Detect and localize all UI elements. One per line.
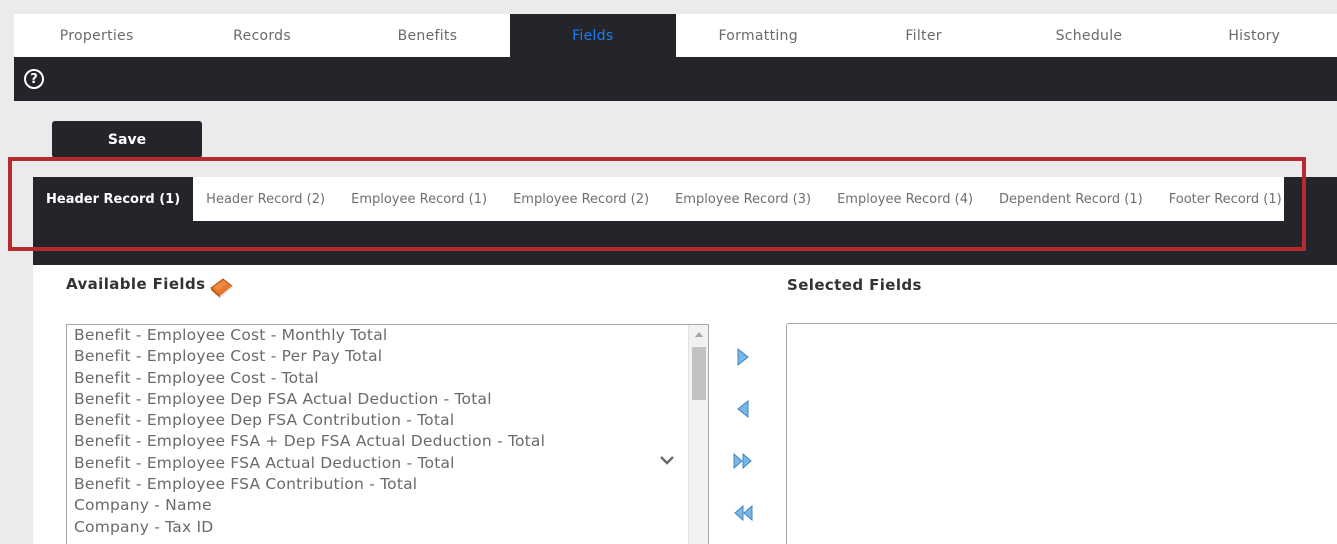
available-fields-list[interactable]: Benefit - Employee Cost - Monthly Total … bbox=[66, 324, 709, 544]
tab-header-record-2[interactable]: Header Record (2) bbox=[193, 177, 338, 221]
double-arrow-right-icon bbox=[733, 452, 752, 470]
selected-fields-title: Selected Fields bbox=[787, 276, 922, 294]
tab-employee-record-4[interactable]: Employee Record (4) bbox=[824, 177, 986, 221]
double-arrow-left-icon bbox=[734, 504, 753, 522]
available-fields-title: Available Fields bbox=[66, 275, 206, 293]
add-field-button[interactable] bbox=[731, 345, 755, 369]
list-item[interactable]: Benefit - Employee Dep FSA Actual Deduct… bbox=[67, 389, 708, 410]
list-item[interactable]: Benefit - Employee FSA Actual Deduction … bbox=[67, 453, 708, 474]
tab-records[interactable]: Records bbox=[179, 14, 344, 57]
tab-formatting[interactable]: Formatting bbox=[676, 14, 841, 57]
list-item[interactable]: Benefit - Employee Cost - Monthly Total bbox=[67, 325, 708, 346]
tab-employee-record-2[interactable]: Employee Record (2) bbox=[500, 177, 662, 221]
tab-filter[interactable]: Filter bbox=[841, 14, 1006, 57]
scroll-up-icon[interactable] bbox=[695, 332, 703, 337]
list-item[interactable]: Benefit - Employee Cost - Per Pay Total bbox=[67, 346, 708, 367]
selected-fields-list[interactable] bbox=[786, 323, 1337, 544]
chevron-down-icon[interactable] bbox=[660, 453, 674, 467]
tab-header-record-1[interactable]: Header Record (1) bbox=[33, 177, 194, 221]
tab-dependent-record-1[interactable]: Dependent Record (1) bbox=[986, 177, 1156, 221]
remove-all-fields-button[interactable] bbox=[731, 501, 755, 525]
tab-properties[interactable]: Properties bbox=[14, 14, 179, 57]
list-item[interactable]: Benefit - Employee FSA + Dep FSA Actual … bbox=[67, 431, 708, 452]
arrow-left-icon bbox=[737, 400, 749, 418]
arrow-right-icon bbox=[737, 348, 749, 366]
add-all-fields-button[interactable] bbox=[731, 449, 755, 473]
tab-benefits[interactable]: Benefits bbox=[345, 14, 510, 57]
question-circle-icon[interactable]: ? bbox=[24, 69, 44, 89]
help-bar: ? bbox=[14, 57, 1337, 101]
list-item[interactable]: Benefit - Employee Cost - Total bbox=[67, 368, 708, 389]
list-item[interactable]: Company - Name bbox=[67, 495, 708, 516]
list-item[interactable]: Company - Tax ID bbox=[67, 517, 708, 538]
tab-employee-record-3[interactable]: Employee Record (3) bbox=[662, 177, 824, 221]
scroll-thumb[interactable] bbox=[692, 347, 706, 400]
list-item[interactable]: Benefit - Employee Dep FSA Contribution … bbox=[67, 410, 708, 431]
book-icon[interactable] bbox=[208, 275, 234, 299]
tab-footer-record-1[interactable]: Footer Record (1) bbox=[1156, 177, 1295, 221]
tab-employee-record-1[interactable]: Employee Record (1) bbox=[338, 177, 500, 221]
tab-fields[interactable]: Fields bbox=[510, 14, 676, 57]
top-tab-bar: Properties Records Benefits Fields Forma… bbox=[14, 14, 1337, 57]
tab-history[interactable]: History bbox=[1172, 14, 1337, 57]
list-item[interactable]: Benefit - Employee FSA Contribution - To… bbox=[67, 474, 708, 495]
scrollbar[interactable] bbox=[688, 325, 708, 544]
remove-field-button[interactable] bbox=[731, 397, 755, 421]
record-tab-bar: Header Record (1) Header Record (2) Empl… bbox=[33, 177, 1284, 221]
tab-schedule[interactable]: Schedule bbox=[1006, 14, 1171, 57]
save-button[interactable]: Save bbox=[52, 121, 202, 158]
